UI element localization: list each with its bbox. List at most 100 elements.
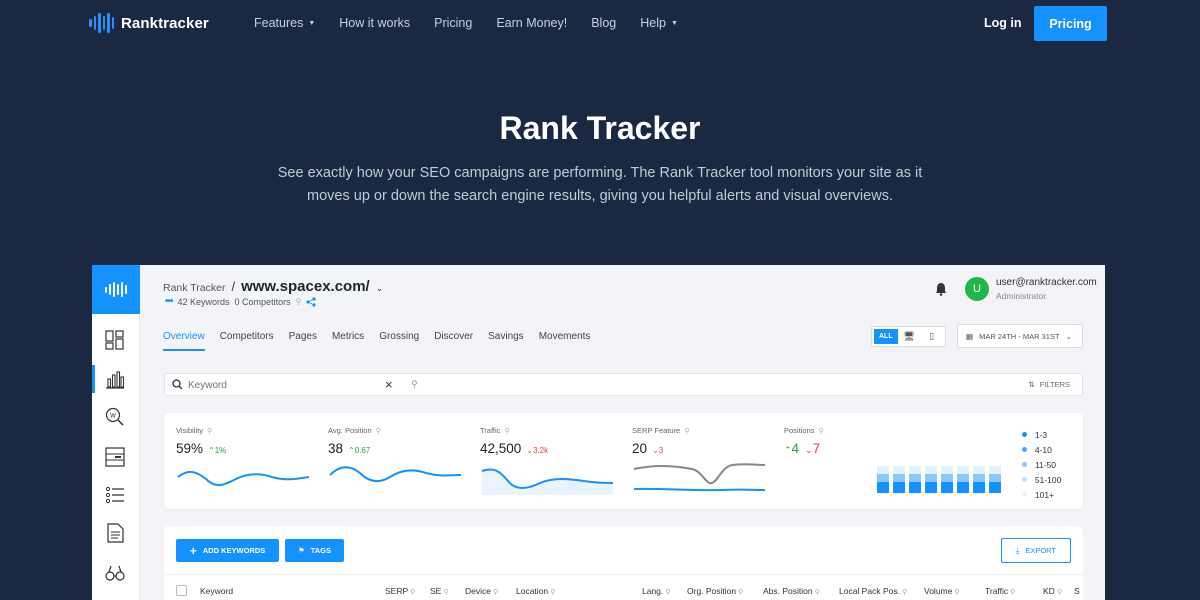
column-s[interactable]: S bbox=[1074, 586, 1080, 596]
filters-button[interactable]: ⇅ FILTERS bbox=[1028, 380, 1070, 389]
pin-icon[interactable]: ⚲ bbox=[296, 297, 302, 306]
logo[interactable]: Ranktracker bbox=[89, 12, 209, 34]
metric-serp-feature[interactable]: SERP Feature ⚲ 20 ⌄3 bbox=[632, 426, 772, 456]
visibility-sparkline bbox=[177, 471, 310, 486]
nav-item-earn-money[interactable]: Earn Money! bbox=[496, 16, 567, 30]
column-lang[interactable]: Lang. ⚲ bbox=[642, 586, 670, 596]
nav-item-how-it-works[interactable]: How it works bbox=[339, 16, 410, 30]
arrow-down-icon: ⌄ bbox=[652, 446, 659, 455]
serp-checker-icon[interactable] bbox=[104, 447, 126, 467]
tab-discover[interactable]: Discover bbox=[434, 331, 473, 351]
column-label: Abs. Position bbox=[763, 586, 813, 596]
column-device[interactable]: Device ⚲ bbox=[465, 586, 498, 596]
pricing-button[interactable]: Pricing bbox=[1034, 6, 1107, 41]
breadcrumb-root[interactable]: Rank Tracker bbox=[163, 282, 225, 294]
tab-metrics[interactable]: Metrics bbox=[332, 331, 364, 351]
keyword-search-icon[interactable]: W bbox=[104, 407, 126, 427]
add-keywords-button[interactable]: + ADD KEYWORDS bbox=[176, 539, 279, 562]
clear-icon[interactable]: × bbox=[385, 377, 393, 392]
column-abs-position[interactable]: Abs. Position ⚲ bbox=[763, 586, 820, 596]
sort-icon: ⚲ bbox=[738, 589, 744, 596]
nav-item-help[interactable]: Help ▼ bbox=[640, 16, 678, 30]
plus-icon: + bbox=[189, 543, 197, 558]
tags-button[interactable]: ⚑ TAGS bbox=[285, 539, 344, 562]
chevron-down-icon[interactable]: ⌄ bbox=[376, 283, 384, 294]
select-all-checkbox[interactable] bbox=[176, 585, 187, 596]
login-link[interactable]: Log in bbox=[984, 16, 1022, 30]
column-serp[interactable]: SERP ⚲ bbox=[385, 586, 415, 596]
metric-change: 1% bbox=[214, 446, 227, 455]
sort-icon: ⚲ bbox=[1010, 589, 1016, 596]
desktop-icon[interactable]: 🖥︎ bbox=[898, 331, 921, 342]
keyword-search-input[interactable] bbox=[188, 377, 308, 393]
tab-pages[interactable]: Pages bbox=[289, 331, 317, 351]
pin-icon: ⚲ bbox=[504, 428, 510, 435]
tab-overview[interactable]: Overview bbox=[163, 331, 205, 351]
competitor-count: 0 Competitors bbox=[234, 296, 291, 307]
metric-traffic[interactable]: Traffic ⚲ 42,500 ⌄3.2k bbox=[480, 426, 620, 456]
column-org-position[interactable]: Org. Position ⚲ bbox=[687, 586, 743, 596]
nav-item-features[interactable]: Features ▼ bbox=[254, 16, 315, 30]
column-kd[interactable]: KD ⚲ bbox=[1043, 586, 1062, 596]
column-volume[interactable]: Volume ⚲ bbox=[924, 586, 960, 596]
metric-label: Positions bbox=[784, 426, 815, 435]
distribution-row[interactable]: 101+15 bbox=[1022, 487, 1105, 502]
app-preview: W Rank Tracker / www.spacex.com/ ⌄ ••• 4… bbox=[92, 265, 1105, 600]
metric-positions[interactable]: Positions ⚲ ⌃4 ⌄7 bbox=[784, 426, 924, 456]
dashboard-icon[interactable] bbox=[104, 330, 126, 350]
metric-label: SERP Feature bbox=[632, 426, 681, 435]
bell-icon[interactable] bbox=[935, 282, 947, 296]
list-icon[interactable] bbox=[104, 485, 126, 505]
site-name[interactable]: www.spacex.com/ bbox=[241, 278, 370, 295]
nav-item-blog[interactable]: Blog bbox=[591, 16, 616, 30]
column-label: SE bbox=[430, 586, 442, 596]
share-icon[interactable] bbox=[306, 296, 317, 307]
distribution-row[interactable]: 4-103⌃2 bbox=[1022, 442, 1105, 457]
user-menu[interactable]: U user@ranktracker.com Administrator ⌄ bbox=[935, 277, 1105, 301]
distribution-row[interactable]: 11-501⌄2 bbox=[1022, 457, 1105, 472]
flag-icon: ⚑ bbox=[297, 546, 305, 555]
metric-value: 42,500 bbox=[480, 441, 522, 456]
column-location[interactable]: Location ⚲ bbox=[516, 586, 555, 596]
calendar-icon: ▦ bbox=[966, 331, 974, 341]
rank-chart-icon[interactable] bbox=[104, 369, 126, 389]
app-logo[interactable] bbox=[92, 265, 140, 314]
column-keyword[interactable]: Keyword bbox=[200, 586, 233, 596]
sidebar-active-indicator bbox=[92, 365, 95, 393]
tab-grossing[interactable]: Grossing bbox=[379, 331, 419, 351]
metric-value: 38 bbox=[328, 441, 344, 456]
arrow-down-icon: ⌄ bbox=[526, 446, 533, 455]
sort-icon: ⚲ bbox=[410, 589, 416, 596]
pin-icon: ⚲ bbox=[375, 428, 381, 435]
column-traffic[interactable]: Traffic ⚲ bbox=[985, 586, 1015, 596]
date-range-picker[interactable]: ▦ MAR 24TH - MAR 31ST ⌄ bbox=[957, 324, 1083, 348]
more-icon[interactable]: ••• bbox=[165, 296, 173, 307]
avatar[interactable]: U bbox=[965, 277, 989, 301]
distribution-row[interactable]: 51-1000 bbox=[1022, 472, 1105, 487]
logo-bars-icon bbox=[105, 282, 127, 297]
app-tabs: Overview Competitors Pages Metrics Gross… bbox=[163, 331, 605, 351]
metric-visibility[interactable]: Visibility ⚲ 59% ⌃1% bbox=[176, 426, 316, 456]
legend-dot-icon bbox=[1022, 477, 1027, 482]
column-local-pack-pos[interactable]: Local Pack Pos. ⚲ bbox=[839, 586, 907, 596]
column-se[interactable]: SE ⚲ bbox=[430, 586, 448, 596]
pin-icon[interactable]: ⚲ bbox=[411, 379, 418, 390]
column-label: Org. Position bbox=[687, 586, 737, 596]
distribution-row[interactable]: 1-323 bbox=[1022, 427, 1105, 442]
tab-movements[interactable]: Movements bbox=[539, 331, 591, 351]
export-button[interactable]: ⤓ EXPORT bbox=[1001, 538, 1071, 563]
nav-item-pricing[interactable]: Pricing bbox=[434, 16, 472, 30]
column-label: Local Pack Pos. bbox=[839, 586, 900, 596]
nav-item-label: Earn Money! bbox=[496, 16, 568, 30]
backlinks-icon[interactable] bbox=[104, 563, 126, 583]
distribution-label: 1-3 bbox=[1034, 429, 1048, 440]
sort-icon: ⚲ bbox=[954, 589, 960, 596]
tab-savings[interactable]: Savings bbox=[488, 331, 524, 351]
table-header: Keyword SERP ⚲ SE ⚲ Device ⚲ Location ⚲ Lang… bbox=[164, 574, 1083, 600]
user-email: user@ranktracker.com bbox=[996, 277, 1097, 288]
document-icon[interactable] bbox=[104, 523, 126, 543]
mobile-icon[interactable]: ▯ bbox=[920, 331, 943, 342]
metric-avg-position[interactable]: Avg. Position ⚲ 38 ⌃0.67 bbox=[328, 426, 468, 456]
tab-competitors[interactable]: Competitors bbox=[220, 331, 274, 351]
device-all-button[interactable]: ALL bbox=[874, 329, 898, 344]
